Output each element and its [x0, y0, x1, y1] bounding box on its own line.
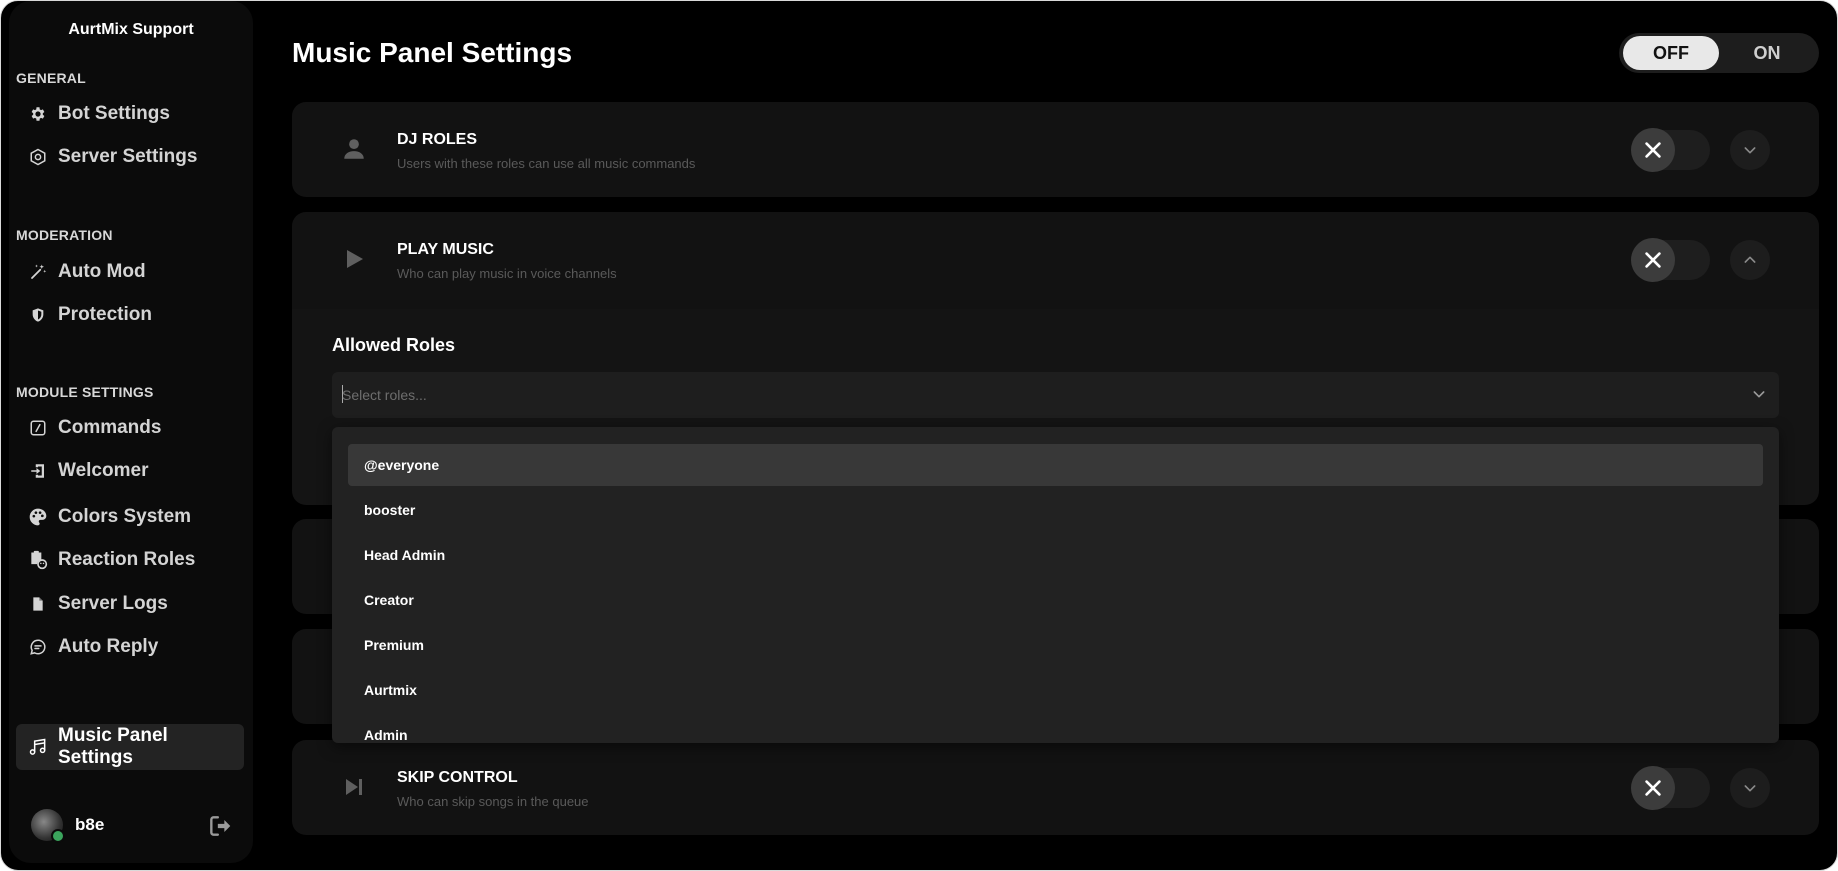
magic-wand-icon: [28, 262, 48, 282]
sidebar-item-commands[interactable]: Commands: [16, 405, 244, 451]
allowed-roles-select[interactable]: Select roles...: [332, 372, 1779, 418]
sidebar-item-protection[interactable]: Protection: [16, 292, 244, 338]
sidebar-item-music-panel-settings[interactable]: Music Panel Settings: [16, 724, 244, 770]
card-description: Who can play music in voice channels: [397, 266, 617, 281]
app-window: AurtMix Support GENERAL Bot Settings Ser…: [0, 0, 1838, 871]
user-profile[interactable]: b8e: [31, 809, 105, 843]
chevron-down-icon: [1744, 147, 1756, 154]
dj-roles-expand-button[interactable]: [1730, 130, 1770, 170]
sidebar-item-label: Server Settings: [58, 146, 198, 167]
sidebar-item-server-logs[interactable]: Server Logs: [16, 581, 244, 627]
page-title: Music Panel Settings: [292, 37, 573, 68]
logout-icon[interactable]: [207, 813, 233, 839]
option-label: booster: [364, 502, 416, 518]
sidebar-item-bot-settings[interactable]: Bot Settings: [16, 91, 244, 137]
sidebar-item-welcomer[interactable]: Welcomer: [16, 448, 244, 494]
roles-dropdown[interactable]: @everyone booster Head Admin Creator Pre…: [332, 427, 1779, 743]
close-icon: [1631, 128, 1675, 172]
skip-forward-icon: [340, 773, 368, 801]
music-note-icon: [28, 737, 48, 757]
sidebar-item-label: Reaction Roles: [58, 549, 196, 570]
play-music-toggle[interactable]: [1631, 238, 1710, 282]
chat-bubble-icon: [28, 637, 48, 657]
avatar: [31, 809, 65, 843]
user-icon: [340, 135, 368, 163]
section-title-module-settings: MODULE SETTINGS: [16, 384, 154, 400]
card-skip-control: SKIP CONTROL Who can skip songs in the q…: [292, 740, 1819, 835]
close-icon: [1631, 238, 1675, 282]
sidebar-item-colors-system[interactable]: Colors System: [16, 494, 244, 540]
document-icon: [28, 594, 48, 614]
list-item[interactable]: Creator: [348, 579, 1763, 621]
option-label: @everyone: [364, 457, 440, 473]
sidebar-item-auto-mod[interactable]: Auto Mod: [16, 249, 244, 295]
card-title: SKIP CONTROL: [397, 769, 518, 786]
card-description: Who can skip songs in the queue: [397, 794, 589, 809]
sidebar-item-reaction-roles[interactable]: Reaction Roles: [16, 537, 244, 583]
sidebar: AurtMix Support GENERAL Bot Settings Ser…: [9, 1, 253, 863]
option-label: Creator: [364, 592, 414, 608]
option-label: Admin: [364, 727, 408, 743]
chevron-down-icon: [1744, 785, 1756, 792]
card-play-music: PLAY MUSIC Who can play music in voice c…: [292, 212, 1819, 322]
card-title: PLAY MUSIC: [397, 241, 494, 258]
close-icon: [1631, 766, 1675, 810]
slash-command-icon: [28, 418, 48, 438]
master-toggle-off[interactable]: OFF: [1623, 36, 1719, 70]
play-icon: [340, 245, 368, 273]
section-title-moderation: MODERATION: [16, 227, 113, 243]
sidebar-item-server-settings[interactable]: Server Settings: [16, 134, 244, 180]
card-dj-roles: DJ ROLES Users with these roles can use …: [292, 102, 1819, 197]
chevron-down-icon[interactable]: [1751, 386, 1767, 407]
sidebar-item-label: Protection: [58, 304, 152, 325]
door-enter-icon: [28, 461, 48, 481]
app-name: AurtMix Support: [68, 21, 194, 38]
sidebar-item-label: Welcomer: [58, 460, 149, 481]
sidebar-item-label: Colors System: [58, 506, 192, 527]
reaction-badge-icon: [28, 550, 48, 570]
sidebar-item-label: Commands: [58, 417, 162, 438]
option-label: Head Admin: [364, 547, 446, 563]
hexagon-icon: [28, 147, 48, 167]
allowed-roles-label: Allowed Roles: [332, 335, 456, 355]
skip-control-expand-button[interactable]: [1730, 768, 1770, 808]
list-item[interactable]: booster: [348, 489, 1763, 531]
sidebar-item-label: Auto Mod: [58, 261, 146, 282]
sidebar-item-label: Music Panel Settings: [58, 725, 168, 768]
list-item[interactable]: Head Admin: [348, 534, 1763, 576]
list-item[interactable]: Aurtmix: [348, 669, 1763, 711]
card-description: Users with these roles can use all music…: [397, 156, 696, 171]
select-placeholder: Select roles...: [342, 387, 427, 403]
skip-control-toggle[interactable]: [1631, 766, 1710, 810]
sidebar-item-label: Bot Settings: [58, 103, 170, 124]
gear-icon: [28, 104, 48, 124]
sidebar-item-label: Server Logs: [58, 593, 168, 614]
card-title: DJ ROLES: [397, 131, 478, 148]
username: b8e: [75, 815, 105, 834]
sidebar-item-label: Auto Reply: [58, 636, 159, 657]
master-toggle[interactable]: OFF ON: [1619, 33, 1819, 73]
online-status-dot: [51, 829, 65, 843]
chevron-up-icon: [1744, 256, 1756, 263]
option-label: Aurtmix: [364, 682, 417, 698]
shield-icon: [28, 305, 48, 325]
dj-roles-toggle[interactable]: [1631, 128, 1710, 172]
section-title-general: GENERAL: [16, 70, 86, 86]
master-toggle-on[interactable]: ON: [1719, 36, 1815, 70]
play-music-collapse-button[interactable]: [1730, 240, 1770, 280]
palette-icon: [28, 507, 48, 527]
option-label: Premium: [364, 637, 424, 653]
list-item[interactable]: Premium: [348, 624, 1763, 666]
sidebar-item-auto-reply[interactable]: Auto Reply: [16, 624, 244, 670]
list-item[interactable]: @everyone: [348, 444, 1763, 486]
list-item[interactable]: Admin: [348, 714, 1763, 743]
